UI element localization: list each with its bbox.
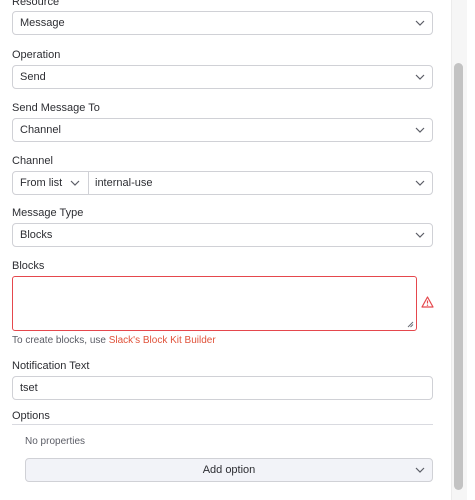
channel-label: Channel (12, 155, 53, 167)
blocks-textarea[interactable] (12, 276, 417, 331)
block-kit-builder-link[interactable]: Slack's Block Kit Builder (109, 335, 216, 346)
channel-mode-value: From list (20, 177, 63, 189)
chevron-down-icon (415, 20, 425, 26)
warning-triangle-icon (421, 296, 434, 308)
operation-label: Operation (12, 49, 61, 61)
notification-text-label: Notification Text (12, 360, 90, 372)
operation-select[interactable]: Send (12, 65, 433, 89)
resize-handle-icon[interactable] (407, 321, 414, 328)
panel-edge (467, 0, 475, 500)
channel-picker: From list internal-use (12, 171, 433, 195)
blocks-hint: To create blocks, use Slack's Block Kit … (12, 335, 216, 346)
channel-mode-select[interactable]: From list (13, 172, 89, 194)
chevron-down-icon (415, 232, 425, 238)
resource-value: Message (20, 17, 65, 29)
operation-value: Send (20, 71, 46, 83)
message-type-label: Message Type (12, 207, 84, 219)
blocks-label: Blocks (12, 260, 45, 272)
chevron-down-icon (415, 74, 425, 80)
no-properties-text: No properties (25, 436, 86, 447)
chevron-down-icon (415, 127, 425, 133)
resource-label: Resource (12, 0, 60, 8)
scrollbar-thumb[interactable] (454, 63, 463, 490)
node-parameters-panel: Resource Message Operation Send Send Mes… (0, 0, 475, 500)
notification-text-value: tset (20, 382, 38, 394)
resource-select[interactable]: Message (12, 11, 433, 35)
chevron-down-icon (415, 467, 425, 473)
notification-text-input[interactable]: tset (12, 376, 433, 400)
add-option-button[interactable]: Add option (25, 458, 433, 482)
chevron-down-icon (70, 180, 80, 186)
chevron-down-icon (415, 180, 425, 186)
blocks-hint-text: To create blocks, use (12, 335, 109, 346)
options-divider (12, 424, 433, 425)
send-message-to-select[interactable]: Channel (12, 118, 433, 142)
message-type-select[interactable]: Blocks (12, 223, 433, 247)
channel-value: internal-use (95, 177, 153, 189)
send-message-to-label: Send Message To (12, 102, 100, 114)
send-message-to-value: Channel (20, 124, 61, 136)
message-type-value: Blocks (20, 229, 53, 241)
options-label: Options (12, 410, 50, 422)
add-option-label: Add option (202, 464, 256, 476)
